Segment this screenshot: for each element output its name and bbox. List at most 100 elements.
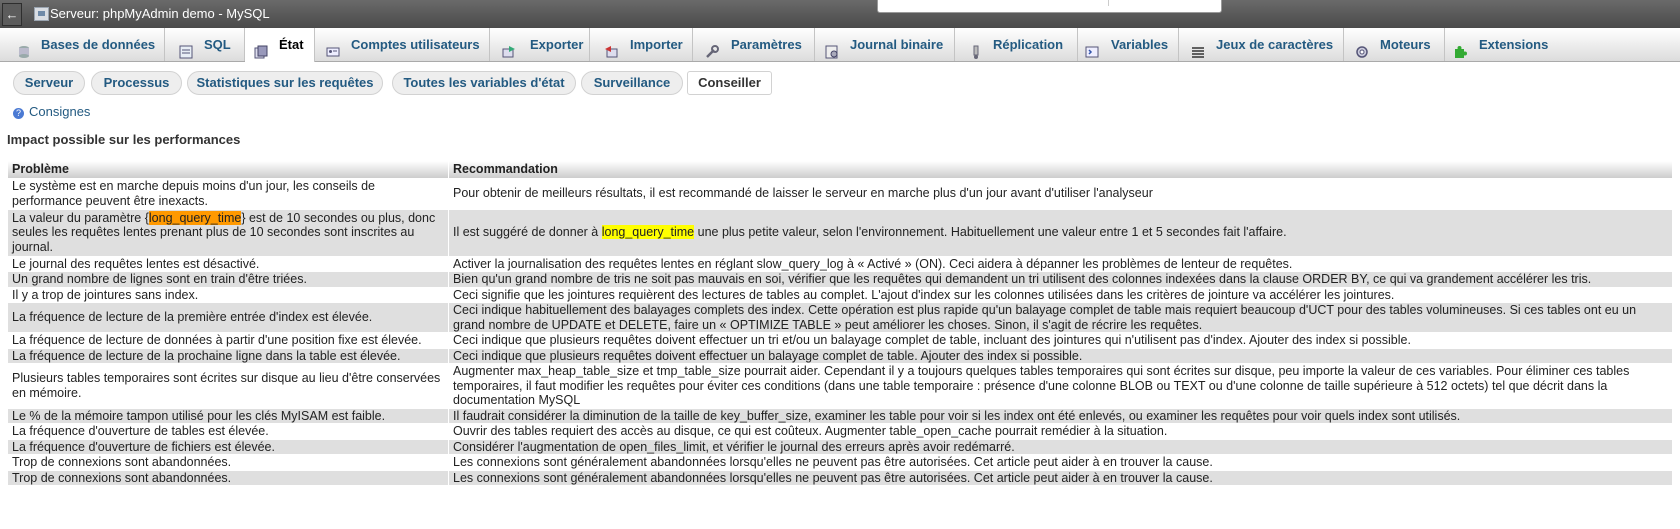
subtab-monitor[interactable]: Surveillance	[581, 71, 683, 95]
performance-table: Problème Recommandation Le système est e…	[7, 160, 1673, 486]
problem-cell: La valeur du paramètre {long_query_time}…	[8, 209, 448, 256]
subtab-advisor[interactable]: Conseiller	[687, 71, 772, 95]
export-icon	[502, 38, 516, 58]
problem-cell: Le journal des requêtes lentes est désac…	[8, 256, 448, 271]
database-icon	[17, 38, 31, 58]
column-header-recommendation: Recommandation	[449, 161, 1672, 178]
table-row: La fréquence d'ouverture de fichiers est…	[8, 439, 1672, 454]
table-row: La fréquence de lecture de la prochaine …	[8, 348, 1672, 363]
recommendation-cell: Activer la journalisation des requêtes l…	[449, 256, 1672, 271]
engines-icon	[1355, 38, 1369, 58]
tab-engines[interactable]: Moteurs	[1344, 28, 1445, 61]
main-tabbar: Bases de données SQL État Comptes utilis…	[0, 28, 1680, 62]
param-highlight: long_query_time	[601, 225, 695, 240]
charset-icon	[1191, 38, 1205, 58]
tab-label: SQL	[204, 37, 231, 52]
table-row: Il y a trop de jointures sans index. Cec…	[8, 287, 1672, 302]
recommendation-cell: Considérer l'augmentation de open_files_…	[449, 439, 1672, 454]
tab-label: Bases de données	[41, 37, 156, 52]
status-icon	[254, 38, 268, 59]
tab-label: Importer	[630, 37, 683, 52]
table-row: Un grand nombre de lignes sont en train …	[8, 272, 1672, 287]
dropdown-popup[interactable]	[877, 0, 1222, 13]
tab-import[interactable]: Importer	[590, 28, 693, 61]
tab-label: Journal binaire	[850, 37, 944, 52]
recommendation-cell: Ceci signifie que les jointures requière…	[449, 287, 1672, 302]
table-row: Trop de connexions sont abandonnées. Les…	[8, 455, 1672, 470]
instructions-link[interactable]: ? Consignes	[13, 104, 90, 119]
table-header-row: Problème Recommandation	[8, 161, 1672, 178]
tab-sql[interactable]: SQL	[165, 28, 245, 61]
tab-databases[interactable]: Bases de données	[5, 28, 165, 61]
subtab-all-status-variables[interactable]: Toutes les variables d'état	[392, 71, 576, 95]
recommendation-cell: Bien qu'un grand nombre de tris ne soit …	[449, 272, 1672, 287]
recommendation-cell: Il est suggéré de donner à long_query_ti…	[449, 209, 1672, 256]
replication-icon	[969, 38, 983, 59]
subtab-query-statistics[interactable]: Statistiques sur les requêtes	[187, 71, 383, 95]
tab-charsets[interactable]: Jeux de caractères	[1179, 28, 1344, 61]
tab-label: État	[279, 37, 304, 52]
problem-cell: Le système est en marche depuis moins d'…	[8, 178, 448, 209]
tab-replication[interactable]: Réplication	[955, 28, 1078, 61]
tab-label: Paramètres	[731, 37, 802, 52]
recommendation-cell: Ceci indique que plusieurs requêtes doiv…	[449, 348, 1672, 363]
recommendation-cell: Les connexions sont généralement abandon…	[449, 455, 1672, 470]
problem-text-pre: La valeur du paramètre {	[12, 210, 149, 225]
puzzle-icon	[1454, 38, 1468, 58]
tab-label: Jeux de caractères	[1216, 37, 1334, 52]
problem-cell: La fréquence d'ouverture de tables est é…	[8, 424, 448, 439]
table-row: La valeur du paramètre {long_query_time}…	[8, 209, 1672, 256]
table-row: Le % de la mémoire tampon utilisé pour l…	[8, 408, 1672, 423]
section-title: Impact possible sur les performances	[7, 132, 241, 147]
tab-label: Variables	[1111, 37, 1169, 52]
subtab-server[interactable]: Serveur	[13, 71, 85, 95]
problem-cell: La fréquence de lecture de la prochaine …	[8, 348, 448, 363]
users-icon	[326, 38, 340, 57]
tab-variables[interactable]: Variables	[1078, 28, 1179, 61]
problem-cell: Plusieurs tables temporaires sont écrite…	[8, 364, 448, 408]
problem-cell: Le % de la mémoire tampon utilisé pour l…	[8, 408, 448, 423]
variables-icon	[1085, 38, 1099, 58]
rec-text-post: une plus petite valeur, selon l'environn…	[694, 225, 1287, 240]
tab-settings[interactable]: Paramètres	[693, 28, 815, 61]
tab-plugins[interactable]: Extensions	[1445, 28, 1555, 61]
table-row: Le journal des requêtes lentes est désac…	[8, 256, 1672, 271]
help-icon: ?	[13, 108, 24, 119]
tab-user-accounts[interactable]: Comptes utilisateurs	[315, 28, 490, 61]
tab-label: Exporter	[530, 37, 584, 52]
window-title: Serveur: phpMyAdmin demo - MySQL	[50, 6, 270, 21]
tab-label: Comptes utilisateurs	[351, 37, 480, 52]
wrench-icon	[705, 38, 719, 58]
sql-icon	[179, 38, 193, 59]
window-icon	[34, 7, 49, 21]
recommendation-cell: Ouvrir des tables requiert des accès au …	[449, 424, 1672, 439]
instructions-label: Consignes	[29, 104, 91, 119]
window-titlebar: ← Serveur: phpMyAdmin demo - MySQL	[0, 0, 1680, 29]
tab-label: Moteurs	[1380, 37, 1431, 52]
recommendation-cell: Il faudrait considérer la diminution de …	[449, 408, 1672, 423]
problem-cell: Un grand nombre de lignes sont en train …	[8, 272, 448, 287]
table-row: La fréquence de lecture de la première e…	[8, 303, 1672, 332]
tab-binary-log[interactable]: Journal binaire	[815, 28, 955, 61]
param-highlight: long_query_time	[148, 210, 242, 225]
table-row: La fréquence de lecture de données à par…	[8, 333, 1672, 348]
table-row: Plusieurs tables temporaires sont écrite…	[8, 364, 1672, 408]
table-row: Trop de connexions sont abandonnées. Les…	[8, 470, 1672, 485]
problem-cell: La fréquence de lecture de la première e…	[8, 303, 448, 332]
column-header-problem: Problème	[8, 161, 448, 178]
recommendation-cell: Ceci indique que plusieurs requêtes doiv…	[449, 333, 1672, 348]
rec-text-pre: Il est suggéré de donner à	[453, 225, 602, 240]
tab-status[interactable]: État	[245, 28, 315, 62]
problem-cell: Trop de connexions sont abandonnées.	[8, 470, 448, 485]
problem-cell: La fréquence d'ouverture de fichiers est…	[8, 439, 448, 454]
tab-export[interactable]: Exporter	[490, 28, 590, 61]
table-row: La fréquence d'ouverture de tables est é…	[8, 424, 1672, 439]
recommendation-cell: Pour obtenir de meilleurs résultats, il …	[449, 178, 1672, 209]
subtab-processes[interactable]: Processus	[91, 71, 182, 95]
problem-cell: Trop de connexions sont abandonnées.	[8, 455, 448, 470]
binlog-icon	[825, 38, 839, 59]
back-button[interactable]: ←	[2, 3, 22, 26]
table-row: Le système est en marche depuis moins d'…	[8, 178, 1672, 209]
problem-cell: Il y a trop de jointures sans index.	[8, 287, 448, 302]
problem-cell: La fréquence de lecture de données à par…	[8, 333, 448, 348]
